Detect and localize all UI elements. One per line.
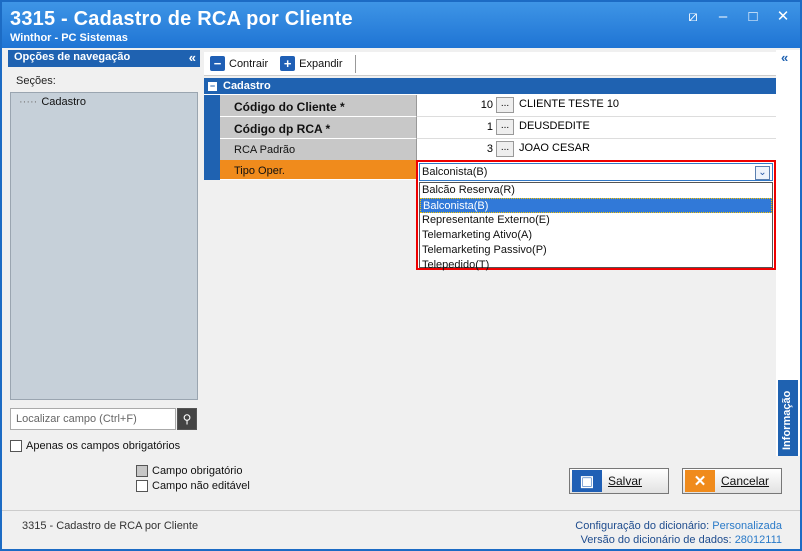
window-subtitle: Winthor - PC Sistemas	[10, 32, 128, 44]
plus-icon: +	[280, 56, 296, 71]
maximize-button[interactable]: □	[744, 9, 762, 25]
info-tab-label: Informação	[781, 390, 793, 450]
navigation-header: Opções de navegação «	[8, 50, 200, 67]
checkbox-box[interactable]	[10, 440, 22, 452]
only-required-checkbox[interactable]: Apenas os campos obrigatórios	[10, 440, 180, 452]
chevron-down-icon[interactable]: ⌄	[755, 166, 770, 180]
tree-item-cadastro[interactable]: ····· Cadastro	[11, 93, 197, 108]
field-label-codigo-rca: Código dp RCA *	[220, 117, 416, 139]
lookup-cliente-button[interactable]: ...	[496, 97, 514, 113]
tipo-oper-options-list: Balcão Reserva(R) Balconista(B) Represen…	[419, 182, 773, 271]
navigation-title: Opções de navegação	[14, 51, 131, 63]
x-icon: ✕	[685, 470, 715, 492]
tipo-oper-dropdown[interactable]: Balconista(B) ⌄ Balcão Reserva(R) Balcon…	[416, 160, 776, 271]
collapse-info-icon[interactable]: «	[776, 50, 800, 65]
cancel-button[interactable]: ✕ Cancelar	[682, 468, 782, 494]
option-telepedido[interactable]: Telepedido(T)	[420, 258, 772, 273]
search-field-input[interactable]: Localizar campo (Ctrl+F)	[10, 408, 176, 430]
legend-not-editable-swatch	[136, 480, 148, 492]
field-label-codigo-cliente: Código do Cliente *	[220, 95, 416, 117]
field-value-rca-padrao[interactable]: 3 ... JOAO CESAR	[416, 139, 776, 161]
status-footer: 3315 - Cadastro de RCA por Cliente Confi…	[2, 510, 800, 549]
lookup-rca-padrao-button[interactable]: ...	[496, 141, 514, 157]
legend-required-label: Campo obrigatório	[152, 465, 243, 477]
row-codigo-cliente[interactable]: Código do Cliente * 10 ... CLIENTE TESTE…	[204, 95, 776, 117]
grid-toolbar: − Contrair + Expandir	[204, 52, 776, 76]
only-required-label: Apenas os campos obrigatórios	[26, 440, 181, 452]
legend-required-swatch	[136, 465, 148, 477]
collapse-label: Contrair	[229, 57, 269, 70]
field-value-codigo-rca[interactable]: 1 ... DEUSDEDITE	[416, 117, 776, 139]
version-label: Versão do dicionário de dados:	[580, 534, 732, 546]
field-value-codigo-cliente[interactable]: 10 ... CLIENTE TESTE 10	[416, 95, 776, 117]
rca-padrao-description: JOAO CESAR	[519, 142, 590, 154]
codigo-rca-input[interactable]: 1	[417, 121, 493, 133]
field-label-rca-padrao: RCA Padrão	[220, 139, 416, 161]
lookup-rca-button[interactable]: ...	[496, 119, 514, 135]
row-gutter	[204, 160, 220, 180]
expand-label: Expandir	[299, 57, 343, 70]
row-gutter	[204, 139, 220, 161]
window-controls: ⧄ – □ ✕	[684, 9, 792, 25]
option-representante-externo[interactable]: Representante Externo(E)	[420, 213, 772, 228]
floppy-icon: ▣	[572, 470, 602, 492]
title-bar: 3315 - Cadastro de RCA por Cliente Winth…	[2, 2, 800, 48]
sections-tree: ····· Cadastro	[10, 92, 198, 400]
tipo-oper-selected-value: Balconista(B)	[422, 166, 488, 178]
option-balconista[interactable]: Balconista(B)	[420, 198, 772, 213]
footer-routine-name: 3315 - Cadastro de RCA por Cliente	[22, 520, 199, 532]
rca-description: DEUSDEDITE	[519, 120, 590, 132]
group-header-cadastro[interactable]: − Cadastro	[204, 78, 776, 94]
close-button[interactable]: ✕	[774, 9, 792, 25]
codigo-cliente-input[interactable]: 10	[417, 99, 493, 111]
app-window: 3315 - Cadastro de RCA por Cliente Winth…	[0, 0, 802, 551]
tree-connector: ·····	[19, 96, 38, 108]
legend-not-editable-label: Campo não editável	[152, 480, 250, 492]
group-label: Cadastro	[223, 80, 271, 92]
cancel-label: Cancelar	[721, 474, 770, 488]
sections-label: Seções:	[16, 75, 56, 87]
option-balcao-reserva[interactable]: Balcão Reserva(R)	[420, 183, 772, 198]
cliente-description: CLIENTE TESTE 10	[519, 98, 620, 110]
row-gutter	[204, 117, 220, 139]
field-label-tipo-oper: Tipo Oper.	[220, 160, 416, 180]
info-tab[interactable]: Informação	[778, 380, 798, 456]
collapse-nav-icon[interactable]: «	[189, 50, 196, 65]
save-label: Salvar	[608, 474, 643, 488]
row-rca-padrao[interactable]: RCA Padrão 3 ... JOAO CESAR	[204, 139, 776, 161]
restore-icon[interactable]: ⧄	[684, 9, 702, 25]
navigation-panel: Opções de navegação « Seções: ····· Cadas…	[8, 50, 200, 456]
info-panel: « Informação	[776, 50, 800, 456]
rca-padrao-input[interactable]: 3	[417, 143, 493, 155]
toolbar-divider	[354, 54, 356, 73]
collapse-group-icon[interactable]: −	[208, 81, 217, 91]
option-telemarketing-ativo[interactable]: Telemarketing Ativo(A)	[420, 228, 772, 243]
minus-icon: −	[210, 56, 225, 71]
window-title: 3315 - Cadastro de RCA por Cliente	[10, 8, 353, 30]
footer-config: Configuração do dicionário: Personalizad…	[575, 520, 782, 532]
expand-button[interactable]: + Expandir	[274, 56, 348, 71]
row-codigo-rca[interactable]: Código dp RCA * 1 ... DEUSDEDITE	[204, 117, 776, 139]
config-value: Personalizada	[712, 520, 782, 532]
collapse-button[interactable]: − Contrair	[204, 56, 274, 71]
option-telemarketing-passivo[interactable]: Telemarketing Passivo(P)	[420, 243, 772, 258]
tree-item-label: Cadastro	[41, 96, 86, 108]
minimize-button[interactable]: –	[714, 9, 732, 25]
save-button[interactable]: ▣ Salvar	[569, 468, 669, 494]
row-gutter	[204, 95, 220, 117]
config-label: Configuração do dicionário:	[575, 520, 710, 532]
tipo-oper-select[interactable]: Balconista(B) ⌄	[419, 163, 773, 181]
search-icon[interactable]: ⚲	[177, 408, 197, 430]
legend-required: Campo obrigatório	[136, 465, 243, 477]
footer-version: Versão do dicionário de dados: 28012111	[581, 534, 782, 546]
legend-not-editable: Campo não editável	[136, 480, 250, 492]
version-value: 28012111	[734, 534, 782, 546]
